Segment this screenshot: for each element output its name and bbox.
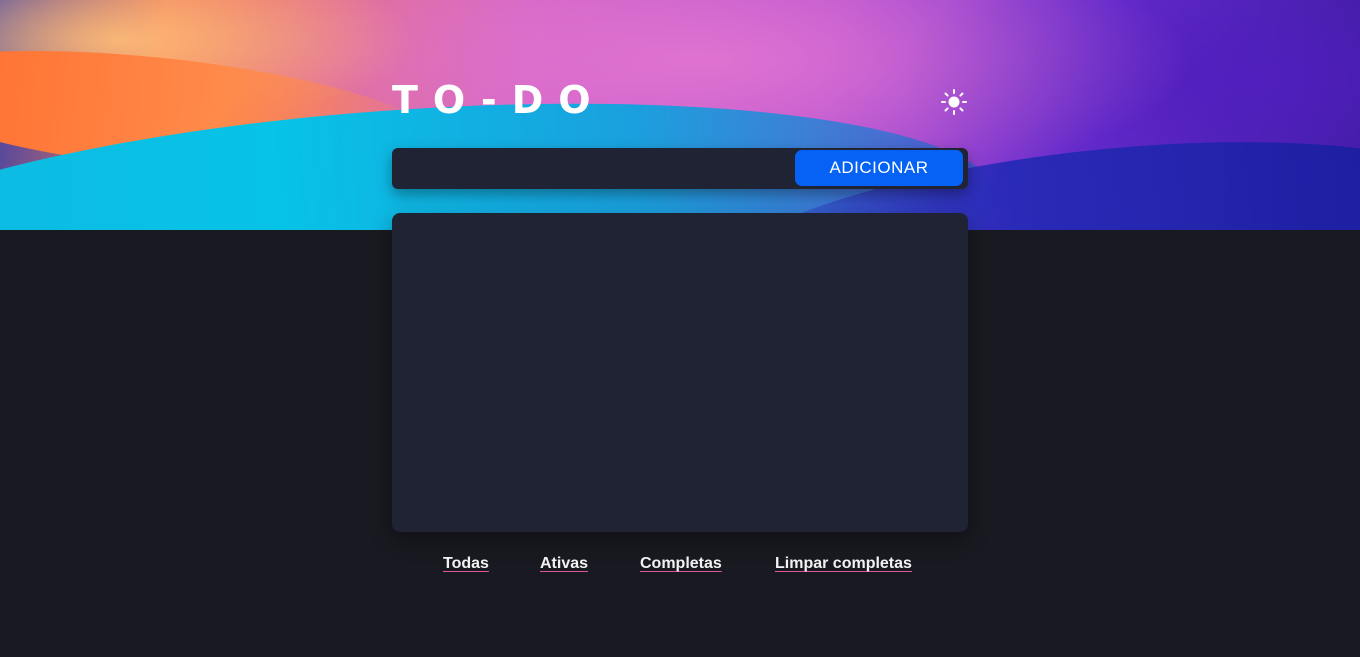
new-task-input[interactable] — [392, 148, 792, 189]
filter-completed-link[interactable]: Completas — [640, 555, 722, 573]
sun-icon — [941, 89, 967, 115]
add-task-button[interactable]: ADICIONAR — [795, 150, 963, 186]
header-background-image — [0, 0, 1360, 230]
new-task-bar: ADICIONAR — [392, 148, 968, 189]
app-title: TO-DO — [392, 78, 606, 122]
task-list-panel — [392, 213, 968, 532]
theme-toggle-button[interactable] — [940, 88, 968, 116]
filter-active-link[interactable]: Ativas — [540, 555, 588, 573]
filter-all-link[interactable]: Todas — [443, 555, 489, 573]
filter-bar: Todas Ativas Completas Limpar completas — [392, 555, 968, 577]
clear-completed-link[interactable]: Limpar completas — [775, 555, 912, 573]
